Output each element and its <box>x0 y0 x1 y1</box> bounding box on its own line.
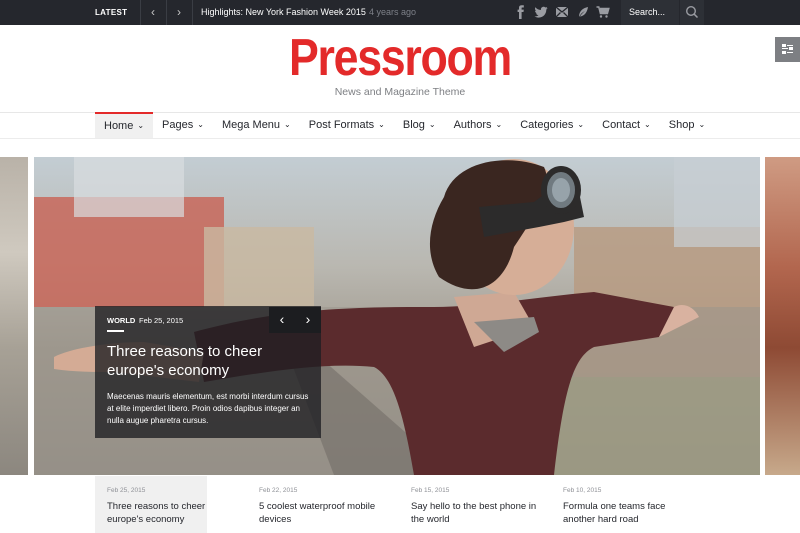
divider <box>107 330 124 332</box>
menu-item-label: Shop <box>668 119 695 131</box>
mail-icon[interactable] <box>555 5 569 19</box>
slide-category[interactable]: WORLD <box>107 316 135 325</box>
menu-item-authors[interactable]: Authors ⌄ <box>445 112 512 138</box>
menu-item-label: Blog <box>402 119 425 131</box>
slider-thumb-item[interactable]: Feb 15, 2015 Say hello to the best phone… <box>399 476 539 533</box>
slide-image-previous[interactable] <box>0 157 28 475</box>
ticker-time-ago: 4 years ago <box>368 7 416 17</box>
menu-item-blog[interactable]: Blog ⌄ <box>394 112 445 138</box>
menu-item-mega-menu[interactable]: Mega Menu ⌄ <box>213 112 300 138</box>
latest-label: LATEST <box>95 8 128 17</box>
divider <box>0 138 800 139</box>
settings-sliders-icon <box>782 44 793 54</box>
chevron-down-icon: ⌄ <box>284 120 291 129</box>
slider-nav: ‹ › <box>269 307 321 333</box>
chevron-down-icon: ⌄ <box>495 120 503 129</box>
post-title[interactable]: 5 coolest waterproof mobile devices <box>259 500 384 526</box>
style-switcher-button[interactable] <box>775 37 800 62</box>
chevron-down-icon: ⌄ <box>137 121 145 130</box>
menu-item-label: Home <box>104 120 134 132</box>
ticker-headline-text[interactable]: Highlights: New York Fashion Week 2015 <box>201 7 366 17</box>
post-date: Feb 25, 2015 <box>107 487 146 494</box>
site-logo[interactable]: Pressroom <box>56 30 744 86</box>
menu-item-pages[interactable]: Pages ⌄ <box>153 112 213 138</box>
chevron-down-icon: ⌄ <box>428 120 436 129</box>
divider <box>192 0 193 25</box>
search-icon <box>685 5 699 19</box>
chevron-down-icon: ⌄ <box>378 120 385 129</box>
menu-item-home[interactable]: Home ⌄ <box>95 112 154 138</box>
cart-icon[interactable] <box>596 5 610 19</box>
slide-image-next[interactable] <box>765 157 800 475</box>
post-date: Feb 15, 2015 <box>411 487 450 494</box>
slide-date: Feb 25, 2015 <box>139 316 184 325</box>
ticker-headline[interactable]: Highlights: New York Fashion Week 2015 4 … <box>201 0 416 25</box>
slider-prev-button[interactable]: ‹ <box>269 307 295 333</box>
post-date: Feb 10, 2015 <box>563 487 602 494</box>
slider-thumb-item[interactable]: Feb 25, 2015 Three reasons to cheer euro… <box>95 476 207 533</box>
menu-item-label: Pages <box>162 119 194 131</box>
menu-item-label: Mega Menu <box>221 119 281 131</box>
twitter-icon[interactable] <box>534 5 548 19</box>
leaf-icon[interactable] <box>576 5 590 19</box>
site-tagline: News and Magazine Theme <box>334 86 466 98</box>
post-title[interactable]: Say hello to the best phone in the world <box>411 500 541 526</box>
slider-thumb-item[interactable]: Feb 22, 2015 5 coolest waterproof mobile… <box>247 476 387 533</box>
post-title[interactable]: Formula one teams face another hard road <box>563 500 678 526</box>
main-menu: Home ⌄ Pages ⌄ Mega Menu ⌄ Post Formats ⌄ Bl… <box>95 112 714 138</box>
ticker-prev-button[interactable]: ‹ <box>140 0 166 25</box>
slide-title[interactable]: Three reasons to cheer europe's economy <box>107 342 312 380</box>
menu-item-contact[interactable]: Contact ⌄ <box>593 112 660 138</box>
chevron-down-icon: ⌄ <box>644 120 651 129</box>
slider-next-button[interactable]: › <box>295 307 321 333</box>
chevron-down-icon: ⌄ <box>577 120 585 129</box>
chevron-down-icon: ⌄ <box>698 120 706 129</box>
facebook-icon[interactable] <box>514 5 528 19</box>
menu-item-label: Categories <box>520 119 574 131</box>
menu-item-label: Authors <box>453 119 492 131</box>
menu-item-categories[interactable]: Categories ⌄ <box>511 112 593 138</box>
search-button[interactable] <box>679 0 704 25</box>
slider-thumb-item[interactable]: Feb 10, 2015 Formula one teams face anot… <box>551 476 691 533</box>
menu-item-shop[interactable]: Shop ⌄ <box>660 112 714 138</box>
menu-item-label: Contact <box>602 119 641 131</box>
search-input[interactable]: Search... <box>621 0 679 25</box>
menu-item-post-formats[interactable]: Post Formats ⌄ <box>300 112 394 138</box>
ticker-next-button[interactable]: › <box>166 0 192 25</box>
top-bar: LATEST ‹ › Highlights: New York Fashion … <box>0 0 800 25</box>
slide-excerpt: Maecenas mauris elementum, est morbi int… <box>107 392 309 425</box>
chevron-down-icon: ⌄ <box>197 120 204 129</box>
post-title[interactable]: Three reasons to cheer europe's economy <box>107 500 212 526</box>
post-date: Feb 22, 2015 <box>259 487 298 494</box>
menu-item-label: Post Formats <box>308 119 375 131</box>
